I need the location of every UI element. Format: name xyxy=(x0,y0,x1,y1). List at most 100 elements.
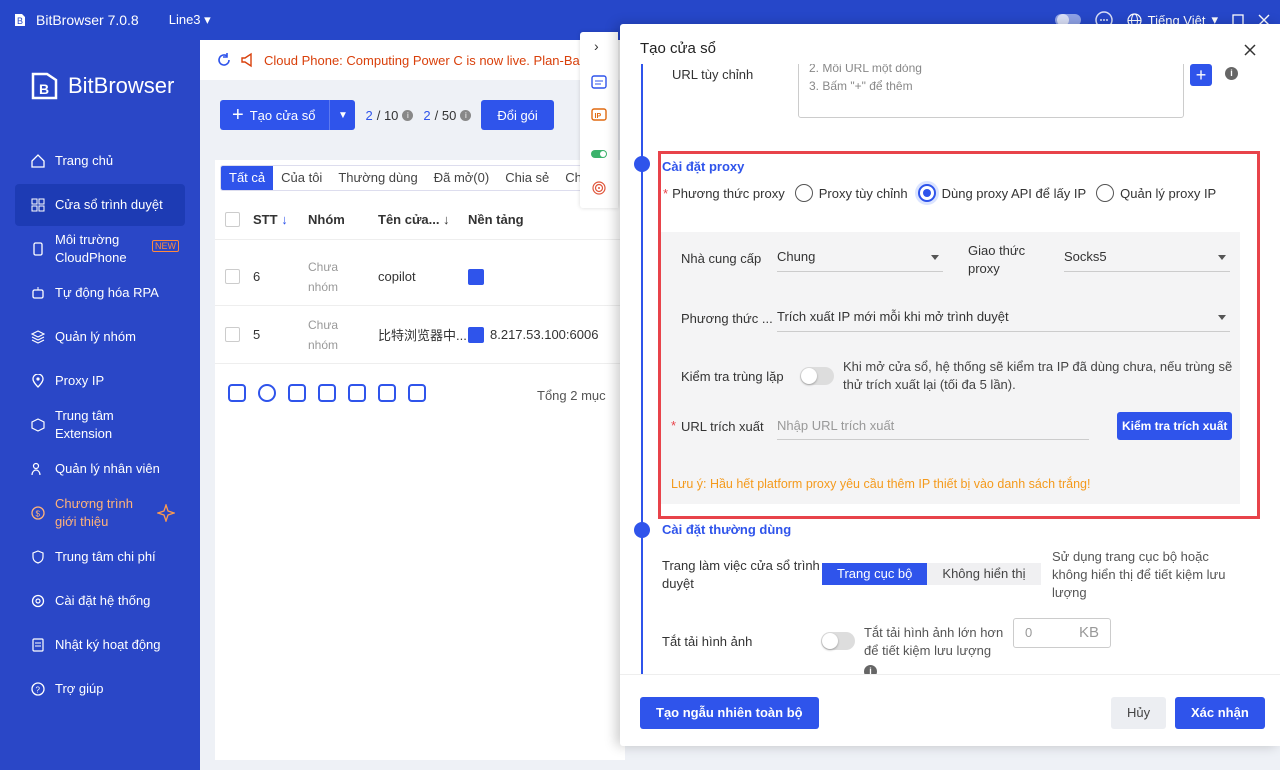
toolbar: + Tạo cửa sổ ▼ 2/ 10 i 2/ 50 i Đổi gói xyxy=(220,100,554,130)
sidebar-item-extensions[interactable]: Trung tâm Extension xyxy=(15,404,185,446)
provider-label: Nhà cung cấp xyxy=(681,251,762,266)
sidebar-item-browser-windows[interactable]: Cửa sổ trình duyệt xyxy=(15,184,185,226)
create-window-button[interactable]: + Tạo cửa sổ xyxy=(220,100,330,130)
window-icon[interactable] xyxy=(348,384,366,402)
extract-method-select[interactable]: Trích xuất IP mới mỗi khi mở trình duyệt xyxy=(777,304,1230,332)
line-selector[interactable]: Line3 ▾ xyxy=(169,12,211,28)
robot-action-icon[interactable] xyxy=(318,384,336,402)
table-row[interactable]: 6 Chưa nhóm copilot xyxy=(215,248,625,306)
provider-select[interactable]: Chung xyxy=(777,244,943,272)
protocol-select[interactable]: Socks5 xyxy=(1064,244,1230,272)
phone-icon xyxy=(33,242,43,256)
extract-url-input[interactable]: Nhập URL trích xuất xyxy=(777,412,1089,440)
recycle-icon[interactable] xyxy=(378,384,396,402)
segment-local-page[interactable]: Trang cục bộ xyxy=(822,563,928,585)
sidebar-item-home[interactable]: Trang chủ xyxy=(15,140,185,182)
caret-down-icon xyxy=(1218,255,1226,260)
chevron-right-icon[interactable]: › xyxy=(594,38,599,54)
ip-icon[interactable]: IP xyxy=(591,108,607,124)
create-window-split: + Tạo cửa sổ ▼ xyxy=(220,100,356,130)
caret-down-icon xyxy=(931,255,939,260)
app-title: BitBrowser 7.0.8 xyxy=(36,12,139,28)
create-window-dropdown[interactable]: ▼ xyxy=(329,100,356,130)
notice-text[interactable]: Cloud Phone: Computing Power C is now li… xyxy=(264,53,586,68)
refresh-icon[interactable] xyxy=(216,52,232,68)
location-icon xyxy=(32,374,44,388)
image-size-input[interactable]: 0 KB xyxy=(1013,618,1111,648)
proxy-method-row: * Phương thức proxy Proxy tùy chỉnh Dùng… xyxy=(663,184,1217,202)
check-extract-button[interactable]: Kiểm tra trích xuất xyxy=(1117,412,1233,440)
chrome-icon[interactable] xyxy=(228,384,246,402)
svg-text:B: B xyxy=(39,81,49,97)
sidebar-item-rpa[interactable]: Tự động hóa RPA xyxy=(15,272,185,314)
close-icon[interactable] xyxy=(1244,44,1256,56)
upgrade-plan-button[interactable]: Đổi gói xyxy=(481,100,554,130)
sidebar-item-help[interactable]: ? Trợ giúp xyxy=(15,668,185,710)
radio-proxy-manager[interactable]: Quản lý proxy IP xyxy=(1096,184,1216,202)
cancel-button[interactable]: Hủy xyxy=(1111,697,1167,729)
sidebar: B BitBrowser Trang chủ Cửa sổ trình duyệ… xyxy=(0,40,200,770)
common-section-title: Cài đặt thường dùng xyxy=(662,522,792,537)
sidebar-item-activity-log[interactable]: Nhật ký hoạt động xyxy=(15,624,185,666)
add-url-button[interactable]: + xyxy=(1190,64,1212,86)
confirm-button[interactable]: Xác nhận xyxy=(1175,697,1265,729)
info-icon[interactable]: i xyxy=(1225,67,1238,80)
tab-shared[interactable]: Chia sẻ xyxy=(497,166,557,190)
select-all-checkbox[interactable] xyxy=(225,212,240,227)
custom-url-textarea[interactable]: 2. Mỗi URL một dòng 3. Bấm "+" để thêm xyxy=(798,64,1184,118)
close-all-icon[interactable] xyxy=(258,384,276,402)
workspace-hint: Sử dụng trang cục bộ hoặc không hiển thị… xyxy=(1052,549,1226,600)
users-icon xyxy=(31,462,41,476)
row-group: Chưa nhóm xyxy=(308,259,339,294)
close-box-icon[interactable] xyxy=(288,384,306,402)
layers-icon xyxy=(31,330,45,344)
sidebar-item-billing[interactable]: Trung tâm chi phí xyxy=(15,536,185,578)
column-stt[interactable]: STT ↓ xyxy=(253,212,288,227)
tab-frequent[interactable]: Thường dùng xyxy=(330,166,425,190)
disable-images-label: Tắt tải hình ảnh xyxy=(662,634,753,649)
create-window-drawer: Tạo cửa sổ URL tùy chỉnh 2. Mỗi URL một … xyxy=(620,24,1280,746)
link-icon[interactable] xyxy=(468,326,484,343)
notice-bar: Cloud Phone: Computing Power C is now li… xyxy=(200,40,620,80)
row-checkbox[interactable] xyxy=(225,327,240,342)
row-name: copilot xyxy=(378,269,416,284)
tab-mine[interactable]: Của tôi xyxy=(273,166,330,190)
radio-custom-proxy[interactable]: Proxy tùy chỉnh xyxy=(794,184,908,202)
window-list-icon[interactable] xyxy=(591,74,607,90)
fingerprint-icon[interactable] xyxy=(591,180,607,196)
custom-url-label: URL tùy chỉnh xyxy=(672,67,754,82)
row-name: 比特浏览器中... xyxy=(378,328,467,343)
sidebar-item-staff[interactable]: Quản lý nhân viên xyxy=(15,448,185,490)
tab-all[interactable]: Tất cả xyxy=(221,166,274,190)
column-name[interactable]: Tên cửa... ↓ xyxy=(378,212,450,227)
timeline-dot xyxy=(634,156,650,172)
sparkle-icon xyxy=(157,504,175,522)
svg-text:?: ? xyxy=(36,686,41,695)
sidebar-item-groups[interactable]: Quản lý nhóm xyxy=(15,316,185,358)
sidebar-item-proxy-ip[interactable]: Proxy IP xyxy=(15,360,185,402)
randomize-all-button[interactable]: Tạo ngẫu nhiên toàn bộ xyxy=(640,697,819,729)
drawer-title: Tạo cửa sổ xyxy=(640,40,716,57)
tab-opened[interactable]: Đã mở(0) xyxy=(426,166,497,190)
info-icon[interactable]: i xyxy=(460,109,472,121)
info-icon[interactable]: i xyxy=(864,665,877,674)
duplicate-check-label: Kiểm tra trùng lặp xyxy=(681,369,784,384)
disable-images-toggle[interactable] xyxy=(821,632,855,650)
profile-count: 2/ 50 i xyxy=(423,108,472,123)
svg-text:$: $ xyxy=(36,510,41,519)
row-checkbox[interactable] xyxy=(225,269,240,284)
info-icon[interactable]: i xyxy=(402,109,414,121)
toggle-icon[interactable] xyxy=(591,146,607,162)
segment-hide[interactable]: Không hiển thị xyxy=(927,563,1041,585)
sidebar-item-settings[interactable]: Cài đặt hệ thống xyxy=(15,580,185,622)
svg-text:B: B xyxy=(17,16,23,26)
new-badge: NEW xyxy=(152,240,179,252)
radio-api-proxy[interactable]: Dùng proxy API để lấy IP xyxy=(917,184,1086,202)
trash-icon[interactable] xyxy=(408,384,426,402)
sidebar-item-referral[interactable]: $ Chương trình giới thiệu xyxy=(15,492,185,534)
table-row[interactable]: 5 Chưa nhóm 比特浏览器中... 8.217.53.100:6006 xyxy=(215,306,625,364)
duplicate-check-toggle[interactable] xyxy=(800,367,834,385)
table-header: STT ↓ Nhóm Tên cửa... ↓ Nền tảng xyxy=(215,200,625,240)
sidebar-item-cloudphone[interactable]: Môi trường CloudPhone NEW xyxy=(15,228,185,270)
link-icon[interactable] xyxy=(468,268,484,285)
